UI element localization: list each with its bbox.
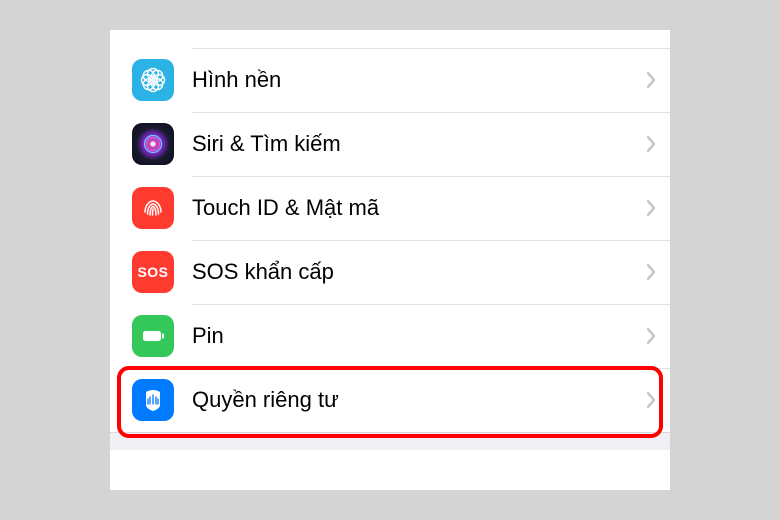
settings-row-privacy[interactable]: Quyền riêng tư (110, 368, 670, 432)
settings-row-label: Touch ID & Mật mã (192, 195, 646, 221)
settings-row-label: SOS khẩn cấp (192, 259, 646, 285)
settings-panel: Hình nền Siri & Tìm kiếm (110, 30, 670, 490)
settings-row-sos[interactable]: SOS SOS khẩn cấp (110, 240, 670, 304)
touchid-icon (132, 187, 174, 229)
settings-row-label: Quyền riêng tư (192, 387, 646, 413)
separator (192, 368, 670, 369)
separator (192, 176, 670, 177)
chevron-right-icon (646, 327, 656, 345)
battery-icon (132, 315, 174, 357)
settings-row-label: Siri & Tìm kiếm (192, 131, 646, 157)
settings-list: Hình nền Siri & Tìm kiếm (110, 48, 670, 432)
settings-row-siri[interactable]: Siri & Tìm kiếm (110, 112, 670, 176)
separator (192, 112, 670, 113)
wallpaper-icon (132, 59, 174, 101)
separator (192, 304, 670, 305)
sos-text: SOS (137, 264, 168, 280)
section-footer-space (110, 432, 670, 450)
chevron-right-icon (646, 263, 656, 281)
settings-row-label: Hình nền (192, 67, 646, 93)
siri-icon (132, 123, 174, 165)
chevron-right-icon (646, 135, 656, 153)
chevron-right-icon (646, 391, 656, 409)
sos-icon: SOS (132, 251, 174, 293)
privacy-icon (132, 379, 174, 421)
separator (192, 48, 670, 49)
separator (192, 240, 670, 241)
settings-row-battery[interactable]: Pin (110, 304, 670, 368)
settings-row-label: Pin (192, 323, 646, 349)
chevron-right-icon (646, 199, 656, 217)
settings-row-wallpaper[interactable]: Hình nền (110, 48, 670, 112)
chevron-right-icon (646, 71, 656, 89)
settings-row-touchid[interactable]: Touch ID & Mật mã (110, 176, 670, 240)
